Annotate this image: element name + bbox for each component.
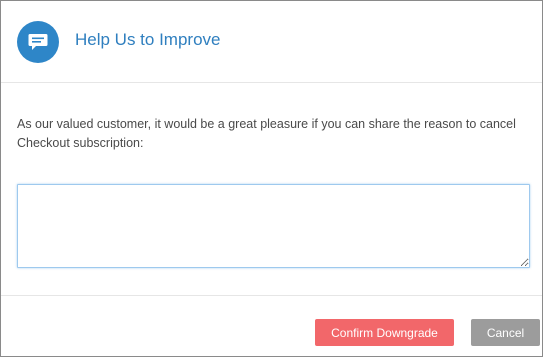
dialog-body: As our valued customer, it would be a gr… xyxy=(1,83,542,296)
cancel-reason-input[interactable] xyxy=(17,184,530,268)
feedback-prompt: As our valued customer, it would be a gr… xyxy=(17,117,516,150)
chat-bubble-icon xyxy=(17,21,59,63)
confirm-downgrade-button[interactable]: Confirm Downgrade xyxy=(315,319,454,346)
dialog-footer: Confirm Downgrade Cancel xyxy=(1,296,542,356)
cancel-button[interactable]: Cancel xyxy=(471,319,540,346)
dialog-header: Help Us to Improve xyxy=(1,1,542,83)
feedback-dialog: Help Us to Improve As our valued custome… xyxy=(0,0,543,357)
dialog-title: Help Us to Improve xyxy=(75,30,221,49)
